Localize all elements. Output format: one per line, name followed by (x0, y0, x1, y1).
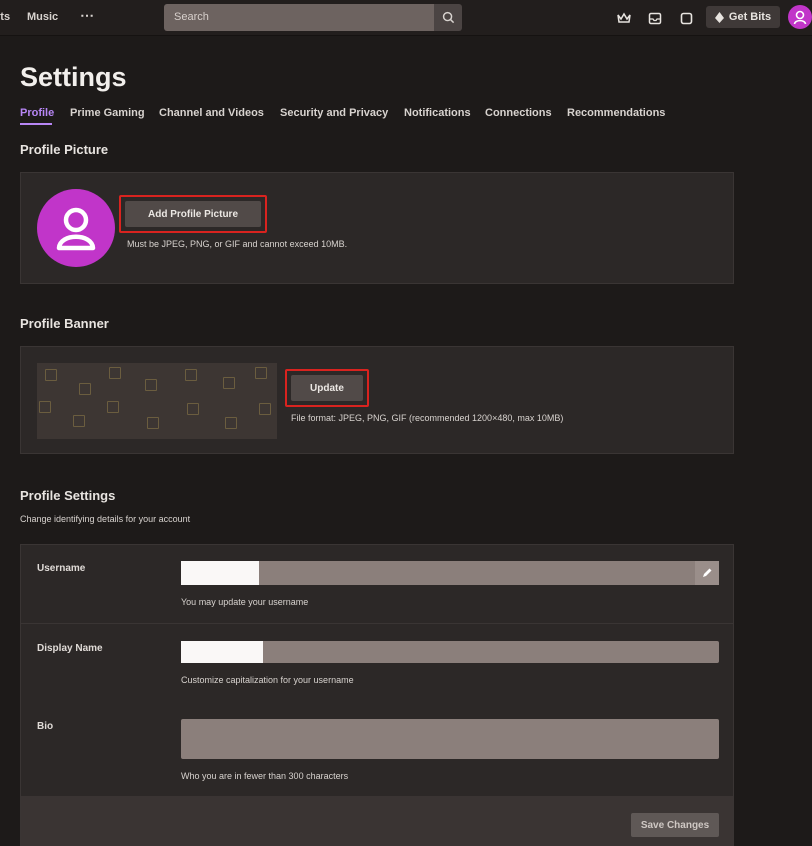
search-input[interactable]: Search (164, 4, 434, 31)
save-changes-button[interactable]: Save Changes (631, 813, 719, 837)
tab-prime-gaming[interactable]: Prime Gaming (70, 107, 145, 119)
banner-preview (37, 363, 277, 439)
user-icon (793, 10, 807, 25)
settings-footer: Save Changes (21, 796, 733, 846)
search-placeholder: Search (174, 11, 209, 23)
bits-icon (714, 11, 724, 23)
user-avatar[interactable] (788, 5, 812, 29)
username-hint: You may update your username (181, 597, 309, 607)
profile-banner-card: Update File format: JPEG, PNG, GIF (reco… (20, 346, 734, 454)
search-button[interactable] (434, 4, 462, 31)
profile-picture-hint: Must be JPEG, PNG, or GIF and cannot exc… (127, 239, 348, 249)
update-banner-button[interactable]: Update (291, 375, 363, 401)
edit-username-button[interactable] (695, 561, 719, 585)
bio-label: Bio (37, 721, 54, 732)
tab-profile[interactable]: Profile (20, 107, 54, 119)
more-icon[interactable]: ⋯ (80, 7, 94, 24)
profile-picture-heading: Profile Picture (20, 142, 109, 157)
get-bits-label: Get Bits (728, 11, 772, 23)
profile-banner-heading: Profile Banner (20, 316, 109, 331)
notifications-icon[interactable] (678, 10, 694, 26)
inbox-icon[interactable] (647, 10, 663, 26)
active-tab-indicator (20, 123, 52, 125)
pencil-icon (703, 568, 712, 577)
get-bits-button[interactable]: Get Bits (706, 6, 780, 28)
display-name-field[interactable] (181, 641, 719, 663)
profile-settings-card: Username You may update your username Di… (20, 544, 734, 846)
add-profile-picture-button[interactable]: Add Profile Picture (125, 201, 261, 227)
profile-settings-heading: Profile Settings (20, 488, 116, 503)
profile-picture-card: Add Profile Picture Must be JPEG, PNG, o… (20, 172, 734, 284)
tab-notifications[interactable]: Notifications (404, 107, 471, 119)
crown-icon[interactable] (616, 10, 632, 26)
display-name-label: Display Name (37, 643, 103, 654)
tab-connections[interactable]: Connections (485, 107, 552, 119)
tab-security-and-privacy[interactable]: Security and Privacy (280, 107, 388, 119)
username-label: Username (37, 563, 86, 574)
page-title: Settings (20, 62, 127, 92)
profile-avatar (37, 189, 115, 267)
nav-link-esports[interactable]: rts (0, 11, 10, 23)
display-name-hint: Customize capitalization for your userna… (181, 675, 354, 685)
username-field[interactable] (181, 561, 719, 585)
bio-hint: Who you are in fewer than 300 characters (181, 771, 349, 781)
tab-recommendations[interactable]: Recommendations (567, 107, 665, 119)
profile-settings-subtitle: Change identifying details for your acco… (20, 514, 191, 524)
top-nav: rts Music ⋯ Search Get Bits (0, 0, 812, 36)
profile-banner-hint: File format: JPEG, PNG, GIF (recommended… (291, 413, 564, 423)
search-icon (442, 11, 454, 24)
nav-link-music[interactable]: Music (27, 11, 58, 23)
tab-channel-and-videos[interactable]: Channel and Videos (159, 107, 264, 119)
user-icon (56, 207, 96, 251)
bio-field[interactable] (181, 719, 719, 759)
